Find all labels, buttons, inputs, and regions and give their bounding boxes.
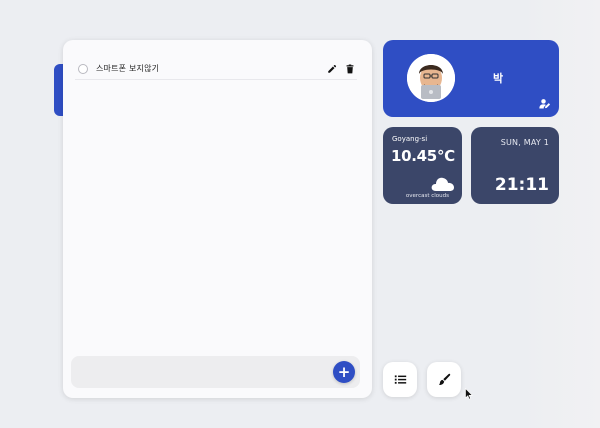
add-todo-button[interactable]: + [333, 361, 355, 383]
todo-item: 스마트폰 보지않기 [75, 58, 357, 80]
brush-icon [438, 373, 450, 386]
profile-name: 박 [492, 72, 504, 85]
mouse-cursor-icon [465, 388, 473, 400]
clock-time: 21:11 [494, 175, 549, 195]
weather-description: overcast clouds [405, 193, 449, 199]
todo-input[interactable] [71, 356, 333, 388]
pencil-icon[interactable] [325, 62, 339, 76]
list-icon [394, 375, 406, 384]
weather-temperature: 10.45℃ [391, 147, 455, 165]
user-edit-icon[interactable] [539, 98, 551, 110]
todo-input-bar: + [71, 356, 360, 388]
todo-panel: 스마트폰 보지않기 + [63, 40, 372, 398]
profile-card: 박 [383, 40, 559, 117]
clock-date: SUN, MAY 1 [500, 138, 549, 147]
theme-button[interactable] [427, 362, 461, 397]
clock-card: SUN, MAY 1 21:11 [471, 127, 559, 204]
weather-city: Goyang-si [392, 135, 428, 143]
todo-item-text: 스마트폰 보지않기 [96, 64, 160, 73]
todo-checkbox[interactable] [78, 63, 88, 74]
list-view-button[interactable] [383, 362, 417, 397]
avatar [407, 54, 455, 102]
trash-icon[interactable] [343, 62, 357, 76]
cloud-icon [431, 177, 454, 191]
weather-card: Goyang-si 10.45℃ overcast clouds [383, 127, 462, 204]
